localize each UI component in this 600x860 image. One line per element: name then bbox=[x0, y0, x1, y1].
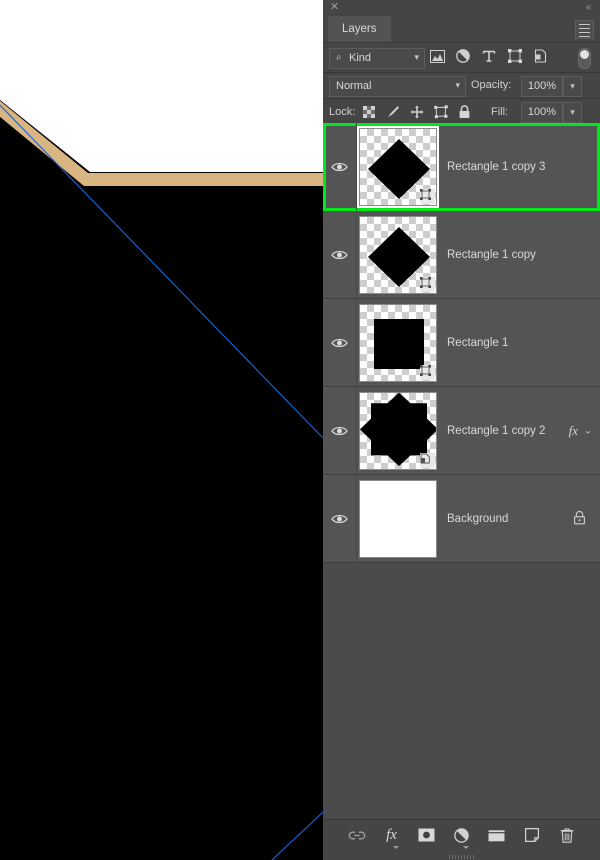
double-chevron-left-icon[interactable]: « bbox=[582, 1, 595, 14]
caret-down-icon bbox=[462, 846, 469, 849]
add-layer-mask-button[interactable] bbox=[418, 826, 436, 844]
tab-layers[interactable]: Layers bbox=[328, 16, 391, 42]
lock-icon-group bbox=[361, 103, 472, 120]
panel-tab-row: Layers bbox=[323, 16, 600, 43]
layer-name[interactable]: Rectangle 1 bbox=[447, 337, 508, 349]
filter-kind-label: Kind bbox=[349, 52, 372, 64]
opacity-input[interactable]: 100% bbox=[521, 76, 563, 97]
opacity-value: 100% bbox=[527, 80, 557, 92]
chevron-down-icon[interactable]: ⌄ bbox=[584, 425, 592, 436]
delete-layer-button[interactable] bbox=[558, 826, 576, 844]
layer-visibility-toggle[interactable] bbox=[323, 299, 357, 386]
layer-name[interactable]: Background bbox=[447, 513, 508, 525]
opacity-stepper-chevron-icon[interactable]: ▾ bbox=[563, 76, 582, 97]
canvas-artwork bbox=[0, 0, 323, 860]
layer-thumbnail[interactable] bbox=[359, 479, 437, 558]
fx-icon: fx bbox=[386, 826, 397, 843]
filter-type-icons bbox=[429, 47, 549, 65]
blend-mode-row: Normal ▾ Opacity: 100% ▾ bbox=[323, 73, 600, 99]
layer-visibility-toggle[interactable] bbox=[323, 211, 357, 298]
layer-visibility-toggle[interactable] bbox=[323, 387, 357, 474]
layer-row[interactable]: Background bbox=[323, 475, 600, 563]
new-group-button[interactable] bbox=[488, 826, 506, 844]
caret-down-icon bbox=[392, 846, 399, 849]
eye-icon bbox=[331, 338, 348, 347]
blend-mode-value: Normal bbox=[336, 80, 372, 92]
new-layer-icon bbox=[524, 828, 539, 842]
folder-icon bbox=[488, 829, 505, 841]
hamburger-menu-icon[interactable] bbox=[575, 20, 594, 39]
chevron-down-icon: ▾ bbox=[414, 52, 419, 62]
layer-effects-indicator[interactable]: fx bbox=[569, 423, 578, 439]
panel-resize-grip[interactable] bbox=[448, 855, 475, 859]
lock-image-pixels-icon[interactable] bbox=[385, 103, 400, 120]
eye-icon bbox=[331, 162, 348, 171]
layer-thumbnail[interactable] bbox=[359, 215, 437, 294]
padlock-icon[interactable] bbox=[573, 510, 586, 528]
smart-object-badge bbox=[420, 452, 435, 468]
blend-mode-select[interactable]: Normal ▾ bbox=[329, 76, 466, 97]
lock-artboard-nesting-icon[interactable] bbox=[433, 103, 448, 120]
fill-label: Fill: bbox=[491, 106, 509, 118]
layers-panel: ✕ « Layers ⌕ Kind ▾ Normal ▾ Opacity: 10… bbox=[323, 0, 600, 860]
layer-visibility-toggle[interactable] bbox=[323, 475, 357, 562]
chevron-down-icon: ▾ bbox=[455, 80, 460, 90]
filter-enable-toggle[interactable] bbox=[578, 48, 591, 69]
layer-thumbnail[interactable] bbox=[359, 391, 437, 470]
layer-name[interactable]: Rectangle 1 copy 3 bbox=[447, 161, 545, 173]
lock-transparent-pixels-icon[interactable] bbox=[361, 103, 376, 120]
fill-stepper-chevron-icon[interactable]: ▾ bbox=[563, 102, 582, 123]
filter-kind-select[interactable]: ⌕ Kind ▾ bbox=[329, 48, 425, 69]
layer-row[interactable]: Rectangle 1 bbox=[323, 299, 600, 387]
opacity-label: Opacity: bbox=[471, 79, 512, 91]
layer-row[interactable]: Rectangle 1 copy 2 fx ⌄ bbox=[323, 387, 600, 475]
eye-icon bbox=[331, 426, 348, 435]
mask-icon bbox=[418, 828, 435, 842]
lock-row: Lock: Fill: 100% ▾ bbox=[323, 99, 600, 126]
fill-input[interactable]: 100% bbox=[521, 102, 563, 123]
trash-icon bbox=[560, 827, 573, 843]
filter-type-icon[interactable] bbox=[481, 47, 497, 65]
eye-icon bbox=[331, 250, 348, 259]
layer-filter-row: ⌕ Kind ▾ bbox=[323, 43, 600, 73]
layer-name[interactable]: Rectangle 1 copy 2 bbox=[447, 425, 545, 437]
vector-mask-badge bbox=[420, 188, 435, 204]
layer-style-button[interactable]: fx bbox=[383, 826, 401, 849]
layer-thumbnail[interactable] bbox=[357, 125, 439, 208]
filter-pixel-icon[interactable] bbox=[429, 47, 445, 65]
lock-position-icon[interactable] bbox=[409, 103, 424, 120]
layer-list[interactable]: Rectangle 1 copy 3 Rectangle 1 copy Rect… bbox=[323, 123, 600, 820]
filter-adjustment-icon[interactable] bbox=[455, 47, 471, 65]
filter-shape-icon[interactable] bbox=[507, 47, 523, 65]
document-canvas[interactable] bbox=[0, 0, 323, 860]
filter-smart-object-icon[interactable] bbox=[533, 47, 549, 65]
new-layer-button[interactable] bbox=[523, 826, 541, 844]
link-layers-button[interactable] bbox=[348, 826, 366, 844]
layer-name[interactable]: Rectangle 1 copy bbox=[447, 249, 536, 261]
layer-row[interactable]: Rectangle 1 copy 3 bbox=[323, 123, 600, 211]
layers-bottom-toolbar: fx bbox=[323, 819, 600, 860]
vector-mask-badge bbox=[420, 364, 435, 380]
layer-row[interactable]: Rectangle 1 copy bbox=[323, 211, 600, 299]
layer-visibility-toggle[interactable] bbox=[323, 123, 357, 210]
link-icon bbox=[348, 831, 365, 839]
lock-all-icon[interactable] bbox=[457, 103, 472, 120]
adjustment-icon bbox=[454, 827, 469, 843]
vector-mask-badge bbox=[420, 276, 435, 292]
fill-value: 100% bbox=[527, 106, 557, 118]
panel-titlebar: ✕ « bbox=[323, 0, 600, 16]
lock-label: Lock: bbox=[329, 106, 356, 118]
layer-thumbnail[interactable] bbox=[359, 303, 437, 382]
new-adjustment-layer-button[interactable] bbox=[453, 826, 471, 849]
close-icon[interactable]: ✕ bbox=[328, 1, 341, 14]
eye-icon bbox=[331, 514, 348, 523]
search-icon: ⌕ bbox=[336, 52, 342, 63]
